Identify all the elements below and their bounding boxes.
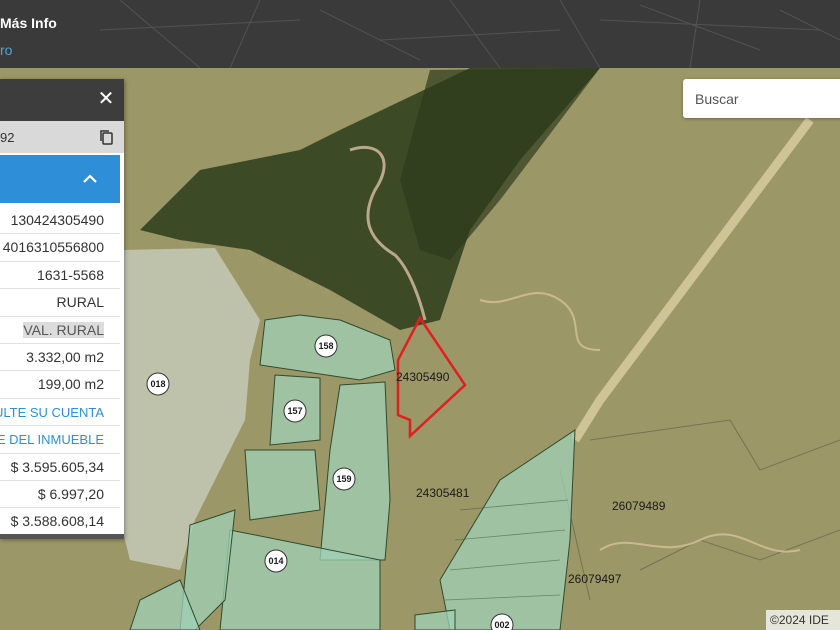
top-bar: Más Info ro	[0, 0, 840, 68]
parcel-details: 130424305490 4016310556800 1631-5568 RUR…	[0, 207, 124, 536]
parcel-label: 26079497	[568, 572, 622, 586]
lot-badge-158[interactable]: 158	[314, 334, 338, 358]
detail-row: 1631-5568	[0, 262, 120, 290]
lot-badge-label: 014	[268, 556, 283, 566]
detail-value: 1631-5568	[37, 266, 104, 283]
detail-value: 3.332,00 m2	[26, 348, 104, 365]
lot-north-014[interactable]	[244, 449, 321, 521]
parcel-label: 26079489	[612, 499, 666, 513]
detail-value: 4016310556800	[2, 239, 104, 256]
detail-value: VAL. RURAL	[23, 321, 104, 338]
parcel-info-panel: ✕ 92 130424305490 4016310556800 1631-556…	[0, 79, 124, 539]
parcel-label: 24305481	[416, 486, 470, 500]
detail-value: $ 3.595.605,34	[10, 458, 104, 475]
search-input[interactable]	[683, 79, 840, 118]
detail-value: $ 3.588.608,14	[10, 513, 104, 530]
topbar-map-texture	[99, 0, 840, 68]
lot-badge-157[interactable]: 157	[283, 399, 307, 423]
detail-row: RURAL	[0, 289, 120, 317]
lot-badge-label: 002	[494, 620, 509, 630]
property-link[interactable]: E DEL INMUEBLE	[0, 432, 104, 447]
account-link[interactable]: ULTE SU CUENTA	[0, 405, 104, 420]
parcel-id: 92	[0, 130, 15, 145]
lot-badge-label: 158	[318, 341, 333, 351]
map-view[interactable]: 24305490 24305481 26079489 26079497 158 …	[0, 68, 840, 630]
panel-header: ✕	[0, 79, 124, 121]
close-icon[interactable]: ✕	[96, 89, 116, 109]
chevron-up-icon[interactable]	[80, 169, 100, 189]
detail-value: $ 6.997,20	[37, 485, 104, 502]
detail-value: 199,00 m2	[37, 376, 104, 393]
panel-bottom-edge	[0, 534, 124, 539]
detail-row: $ 3.588.608,14	[0, 508, 120, 536]
section-header[interactable]	[0, 155, 120, 203]
detail-row: 199,00 m2	[0, 371, 120, 399]
page-title: Más Info	[0, 15, 57, 31]
lot-badge-label: 018	[150, 379, 165, 389]
lot-badge-label: 159	[336, 474, 351, 484]
lot-badge-014[interactable]: 014	[264, 549, 288, 573]
detail-value: RURAL	[56, 294, 104, 311]
lot-badge-018[interactable]: 018	[146, 372, 170, 396]
detail-value: 130424305490	[10, 212, 104, 228]
satellite-map[interactable]: 24305490 24305481 26079489 26079497 158 …	[0, 68, 840, 630]
lot-badge-159[interactable]: 159	[332, 467, 356, 491]
detail-row: 3.332,00 m2	[0, 344, 120, 372]
parcel-id-row: 92	[0, 121, 124, 153]
detail-row: E DEL INMUEBLE	[0, 426, 120, 454]
detail-row: 130424305490	[0, 207, 120, 235]
detail-row: 4016310556800	[0, 234, 120, 262]
detail-row: $ 3.595.605,34	[0, 454, 120, 481]
detail-row: ULTE SU CUENTA	[0, 399, 120, 427]
map-copyright: ©2024 IDE	[766, 610, 840, 630]
detail-row: VAL. RURAL	[0, 317, 120, 344]
detail-row: $ 6.997,20	[0, 481, 120, 509]
copy-icon[interactable]	[98, 129, 114, 145]
subtitle-link[interactable]: ro	[0, 42, 12, 58]
parcel-label: 24305490	[396, 370, 450, 384]
lot-badge-label: 157	[287, 406, 302, 416]
